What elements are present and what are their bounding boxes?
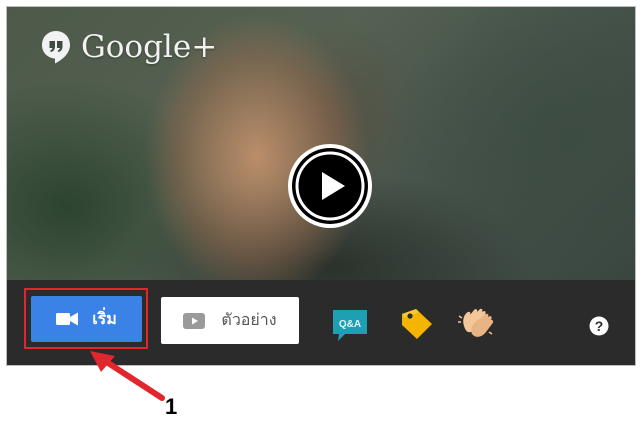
help-icon[interactable]: ? [589,316,609,336]
video-camera-icon [56,312,79,326]
hangout-app-window: Google+ เริ่ม ตัวอย่าง Q&A ? [6,6,636,366]
annotation-number: 1 [165,394,178,419]
start-button-label: เริ่ม [92,308,117,328]
hangouts-icon [42,31,70,64]
video-preview: Google+ [7,7,635,280]
tag-icon[interactable] [399,306,435,342]
start-hangout-button[interactable]: เริ่ม [31,296,142,342]
play-icon[interactable] [286,142,374,230]
google-plus-brand: Google+ [41,29,217,65]
qa-icon[interactable]: Q&A [331,308,369,342]
svg-text:?: ? [595,318,604,334]
annotation-arrow-icon [90,351,165,401]
qa-icon-text: Q&A [339,319,361,330]
sample-button[interactable]: ตัวอย่าง [161,297,299,344]
youtube-play-icon [183,312,206,329]
brand-title: Google+ [81,29,218,65]
clapping-hands-icon[interactable] [456,306,496,342]
sample-button-label: ตัวอย่าง [221,310,277,329]
